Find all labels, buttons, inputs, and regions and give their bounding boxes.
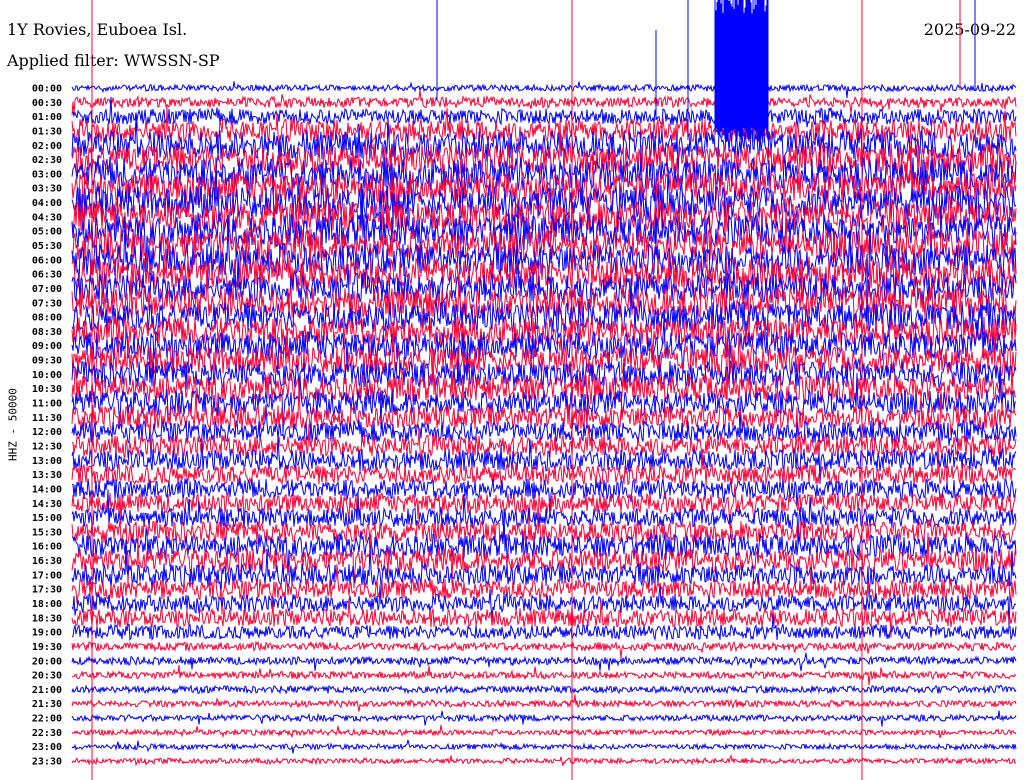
trace-row [71, 753, 1017, 768]
row-labels: 00:00 00:30 01:00 01:30 02:00 02:30 03:00 03:30… [32, 84, 62, 768]
row-time-label: 01:00 [32, 112, 62, 123]
row-time-label: 15:00 [32, 513, 62, 524]
row-time-label: 09:00 [32, 341, 62, 352]
row-time-label: 22:30 [32, 728, 62, 739]
row-time-label: 06:30 [32, 270, 62, 281]
row-time-label: 13:00 [32, 456, 62, 467]
row-time-label: 23:30 [32, 757, 62, 768]
row-time-label: 01:30 [32, 126, 62, 137]
row-time-label: 14:00 [32, 484, 62, 495]
row-time-label: 21:30 [32, 699, 62, 710]
row-time-label: 08:30 [32, 327, 62, 338]
event-burst [714, 0, 769, 143]
row-time-label: 17:30 [32, 585, 62, 596]
row-time-label: 00:30 [32, 98, 62, 109]
trace-row [71, 710, 1017, 727]
row-time-label: 00:00 [32, 84, 62, 95]
row-time-label: 13:30 [32, 470, 62, 481]
traces [71, 0, 1017, 780]
row-time-label: 18:00 [32, 599, 62, 610]
row-time-label: 22:00 [32, 714, 62, 725]
trace-row [71, 640, 1017, 659]
row-time-label: 18:30 [32, 613, 62, 624]
row-time-label: 11:00 [32, 399, 62, 410]
row-time-label: 03:00 [32, 169, 62, 180]
row-time-label: 09:30 [32, 356, 62, 367]
row-time-label: 20:00 [32, 656, 62, 667]
row-time-label: 12:00 [32, 427, 62, 438]
row-time-label: 23:00 [32, 742, 62, 753]
row-time-label: 05:30 [32, 241, 62, 252]
row-time-label: 19:30 [32, 642, 62, 653]
row-time-label: 14:30 [32, 499, 62, 510]
row-time-label: 21:00 [32, 685, 62, 696]
trace-row [71, 694, 1017, 712]
row-time-label: 19:00 [32, 628, 62, 639]
trace-row [71, 81, 1017, 99]
row-time-label: 02:00 [32, 141, 62, 152]
row-time-label: 07:30 [32, 298, 62, 309]
row-time-label: 02:30 [32, 155, 62, 166]
helicorder-plot: 00:00 00:30 01:00 01:30 02:00 02:30 03:00 03:30… [32, 0, 1017, 780]
row-time-label: 11:30 [32, 413, 62, 424]
row-time-label: 12:30 [32, 441, 62, 452]
row-time-label: 04:30 [32, 212, 62, 223]
trace-row [71, 613, 1017, 641]
trace-row [71, 664, 1017, 686]
row-time-label: 10:00 [32, 370, 62, 381]
row-time-label: 20:30 [32, 671, 62, 682]
row-time-label: 10:30 [32, 384, 62, 395]
row-time-label: 08:00 [32, 313, 62, 324]
trace-row [71, 724, 1017, 739]
row-time-label: 07:00 [32, 284, 62, 295]
row-time-label: 17:00 [32, 570, 62, 581]
row-time-label: 15:30 [32, 527, 62, 538]
row-time-label: 05:00 [32, 227, 62, 238]
row-time-label: 16:30 [32, 556, 62, 567]
row-time-label: 03:30 [32, 184, 62, 195]
row-time-label: 16:00 [32, 542, 62, 553]
trace-row [71, 652, 1017, 672]
trace-row [71, 739, 1017, 754]
row-time-label: 06:00 [32, 255, 62, 266]
trace-row [71, 684, 1017, 695]
row-time-label: 04:00 [32, 198, 62, 209]
